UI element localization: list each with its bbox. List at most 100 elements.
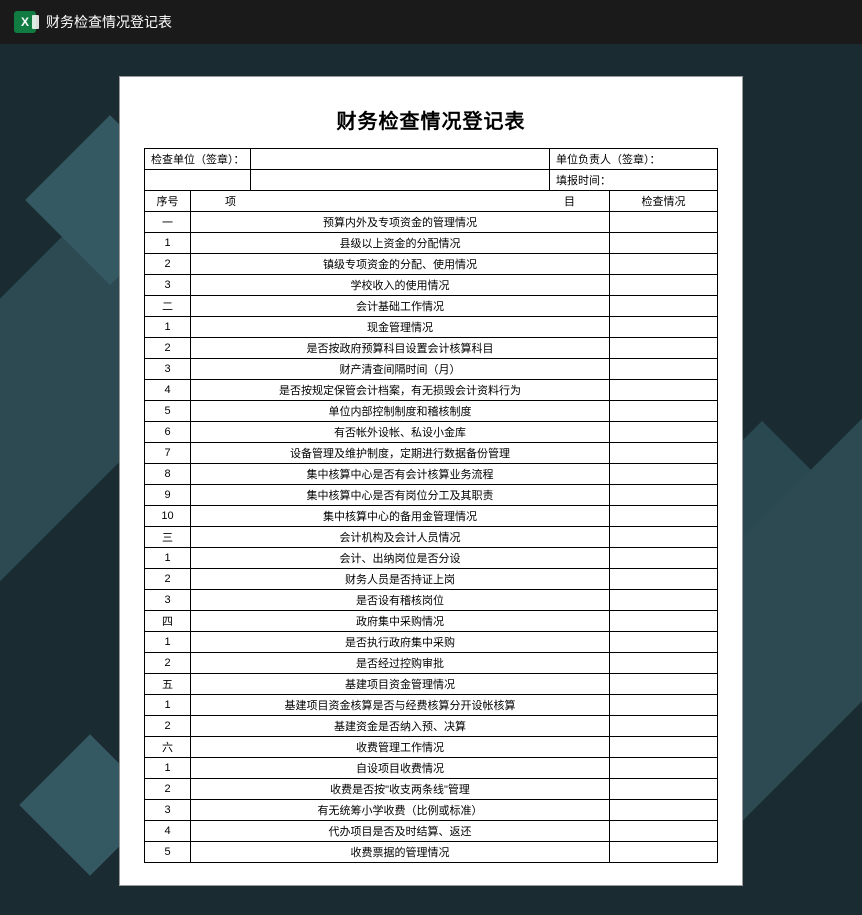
row-item: 财务人员是否持证上岗 [191, 569, 610, 590]
row-status[interactable] [610, 653, 718, 674]
row-status[interactable] [610, 401, 718, 422]
row-status[interactable] [610, 611, 718, 632]
table-row: 2基建资金是否纳入预、决算 [145, 716, 718, 737]
row-seq: 3 [145, 590, 191, 611]
row-item: 现金管理情况 [191, 317, 610, 338]
row-seq: 1 [145, 233, 191, 254]
row-item: 单位内部控制制度和稽核制度 [191, 401, 610, 422]
row-seq: 1 [145, 695, 191, 716]
row-status[interactable] [610, 695, 718, 716]
row-item: 有否帐外设帐、私设小金库 [191, 422, 610, 443]
row-item: 县级以上资金的分配情况 [191, 233, 610, 254]
row-status[interactable] [610, 359, 718, 380]
row-item: 预算内外及专项资金的管理情况 [191, 212, 610, 233]
row-status[interactable] [610, 212, 718, 233]
table-row: 1基建项目资金核算是否与经费核算分开设帐核算 [145, 695, 718, 716]
table-row: 1会计、出纳岗位是否分设 [145, 548, 718, 569]
row-status[interactable] [610, 842, 718, 863]
row-item: 镇级专项资金的分配、使用情况 [191, 254, 610, 275]
row-item: 是否按政府预算科目设置会计核算科目 [191, 338, 610, 359]
document-page: 财务检查情况登记表 检查单位（签章）： 单位负责人（签章）： 填报时间： 序号 [119, 76, 743, 886]
row-status[interactable] [610, 254, 718, 275]
registration-table: 检查单位（签章）： 单位负责人（签章）： 填报时间： 序号 项 目 检查情况 一… [144, 148, 718, 863]
page-title: 财务检查情况登记表 [144, 99, 718, 148]
row-status[interactable] [610, 485, 718, 506]
table-row: 二会计基础工作情况 [145, 296, 718, 317]
row-status[interactable] [610, 527, 718, 548]
row-seq: 2 [145, 569, 191, 590]
table-row: 4是否按规定保管会计档案，有无损毁会计资料行为 [145, 380, 718, 401]
row-seq: 3 [145, 800, 191, 821]
table-row: 4代办项目是否及时结算、返还 [145, 821, 718, 842]
row-status[interactable] [610, 674, 718, 695]
row-seq: 6 [145, 422, 191, 443]
info-row-1: 检查单位（签章）： 单位负责人（签章）： [145, 149, 718, 170]
row-status[interactable] [610, 317, 718, 338]
table-row: 7设备管理及维护制度，定期进行数据备份管理 [145, 443, 718, 464]
row-seq: 5 [145, 401, 191, 422]
table-row: 3是否设有稽核岗位 [145, 590, 718, 611]
report-time-label: 填报时间： [550, 170, 718, 191]
row-status[interactable] [610, 737, 718, 758]
table-row: 8集中核算中心是否有会计核算业务流程 [145, 464, 718, 485]
table-row: 3学校收入的使用情况 [145, 275, 718, 296]
row-status[interactable] [610, 380, 718, 401]
row-seq: 1 [145, 548, 191, 569]
row-seq: 2 [145, 779, 191, 800]
info-row-2: 填报时间： [145, 170, 718, 191]
row-status[interactable] [610, 590, 718, 611]
blank-cell [251, 170, 550, 191]
header-row: 序号 项 目 检查情况 [145, 191, 718, 212]
row-item: 是否按规定保管会计档案，有无损毁会计资料行为 [191, 380, 610, 401]
row-seq: 2 [145, 338, 191, 359]
row-item: 收费票据的管理情况 [191, 842, 610, 863]
row-status[interactable] [610, 800, 718, 821]
table-row: 3财产清查间隔时间（月） [145, 359, 718, 380]
table-row: 10集中核算中心的备用金管理情况 [145, 506, 718, 527]
row-status[interactable] [610, 233, 718, 254]
row-seq: 4 [145, 821, 191, 842]
row-seq: 2 [145, 653, 191, 674]
row-item: 基建项目资金管理情况 [191, 674, 610, 695]
row-status[interactable] [610, 506, 718, 527]
row-status[interactable] [610, 422, 718, 443]
table-row: 9集中核算中心是否有岗位分工及其职责 [145, 485, 718, 506]
table-row: 1是否执行政府集中采购 [145, 632, 718, 653]
row-item: 收费是否按"收支两条线"管理 [191, 779, 610, 800]
window-titlebar: X 财务检查情况登记表 [0, 0, 862, 44]
row-status[interactable] [610, 548, 718, 569]
table-row: 2镇级专项资金的分配、使用情况 [145, 254, 718, 275]
row-status[interactable] [610, 821, 718, 842]
row-status[interactable] [610, 464, 718, 485]
row-seq: 10 [145, 506, 191, 527]
table-row: 5收费票据的管理情况 [145, 842, 718, 863]
inspect-unit-value[interactable] [251, 149, 550, 170]
row-status[interactable] [610, 338, 718, 359]
row-item: 集中核算中心是否有会计核算业务流程 [191, 464, 610, 485]
row-status[interactable] [610, 632, 718, 653]
row-status[interactable] [610, 275, 718, 296]
blank-cell [145, 170, 251, 191]
table-row: 1自设项目收费情况 [145, 758, 718, 779]
table-row: 2财务人员是否持证上岗 [145, 569, 718, 590]
row-seq: 一 [145, 212, 191, 233]
col-seq-header: 序号 [145, 191, 191, 212]
row-seq: 1 [145, 632, 191, 653]
row-seq: 五 [145, 674, 191, 695]
unit-head-label: 单位负责人（签章）： [550, 149, 718, 170]
row-status[interactable] [610, 569, 718, 590]
row-seq: 8 [145, 464, 191, 485]
row-status[interactable] [610, 443, 718, 464]
row-status[interactable] [610, 716, 718, 737]
row-status[interactable] [610, 779, 718, 800]
row-item: 基建资金是否纳入预、决算 [191, 716, 610, 737]
row-seq: 5 [145, 842, 191, 863]
row-seq: 7 [145, 443, 191, 464]
row-seq: 1 [145, 758, 191, 779]
row-status[interactable] [610, 758, 718, 779]
row-status[interactable] [610, 296, 718, 317]
table-row: 1现金管理情况 [145, 317, 718, 338]
col-item-header: 项 目 [191, 191, 610, 212]
table-row: 2是否按政府预算科目设置会计核算科目 [145, 338, 718, 359]
table-row: 3有无统筹小学收费（比例或标准） [145, 800, 718, 821]
